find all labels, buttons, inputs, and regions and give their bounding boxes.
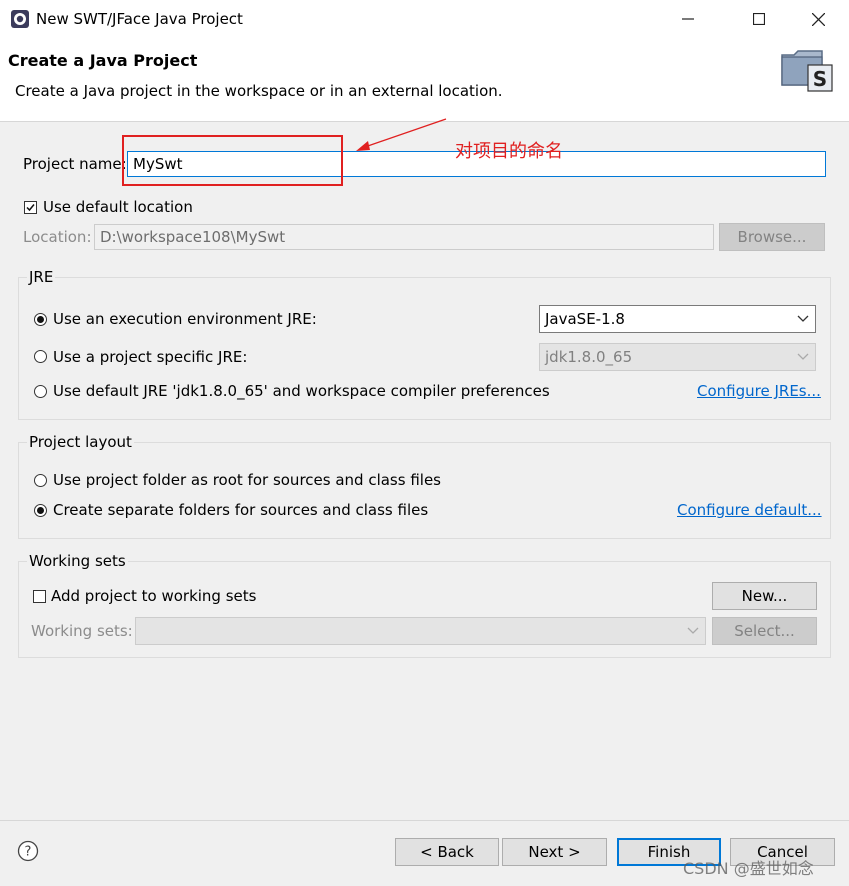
- wizard-title: Create a Java Project: [8, 51, 198, 70]
- layout-root-label: Use project folder as root for sources a…: [53, 471, 441, 489]
- browse-button[interactable]: Browse...: [719, 223, 825, 251]
- next-button[interactable]: Next >: [502, 838, 607, 866]
- layout-separate-radio[interactable]: [34, 504, 47, 517]
- project-name-label: Project name:: [23, 155, 127, 173]
- java-project-banner-icon: S: [781, 50, 833, 92]
- configure-jres-link[interactable]: Configure JREs...: [697, 382, 821, 400]
- help-icon: ?: [17, 840, 39, 862]
- jre-specific-combo-value: jdk1.8.0_65: [545, 348, 633, 366]
- chevron-down-icon: [797, 353, 809, 360]
- annotation-text: 对项目的命名: [455, 141, 563, 162]
- chevron-down-icon: [797, 315, 809, 322]
- jre-default-label: Use default JRE 'jdk1.8.0_65' and worksp…: [53, 382, 550, 400]
- jre-env-combo-value: JavaSE-1.8: [545, 310, 625, 328]
- maximize-button[interactable]: [736, 0, 782, 38]
- svg-text:?: ?: [25, 845, 32, 860]
- back-button[interactable]: < Back: [395, 838, 499, 866]
- new-working-set-button[interactable]: New...: [712, 582, 817, 610]
- working-sets-combo[interactable]: [135, 617, 706, 645]
- chevron-down-icon: [687, 627, 699, 634]
- jre-specific-label: Use a project specific JRE:: [53, 348, 248, 366]
- annotation-highlight-box: [122, 135, 343, 186]
- configure-default-link[interactable]: Configure default...: [677, 501, 822, 519]
- title-bar: New SWT/JFace Java Project: [0, 0, 849, 38]
- jre-env-radio[interactable]: [34, 313, 47, 326]
- maximize-icon: [753, 13, 765, 25]
- use-default-location-checkbox[interactable]: [24, 201, 37, 214]
- jre-group-title: JRE: [27, 268, 56, 286]
- layout-root-radio[interactable]: [34, 474, 47, 487]
- project-layout-group: [18, 442, 831, 539]
- working-sets-group-title: Working sets: [27, 552, 128, 570]
- close-icon: [811, 12, 825, 26]
- jre-default-radio[interactable]: [34, 385, 47, 398]
- wizard-description: Create a Java project in the workspace o…: [15, 82, 503, 100]
- use-default-location-label: Use default location: [43, 198, 193, 216]
- add-to-working-sets-label: Add project to working sets: [51, 587, 257, 605]
- svg-text:S: S: [813, 67, 827, 91]
- footer-separator: [0, 820, 849, 821]
- jre-env-label: Use an execution environment JRE:: [53, 310, 317, 328]
- working-sets-label: Working sets:: [31, 622, 133, 640]
- wizard-header: Create a Java Project Create a Java proj…: [0, 38, 849, 122]
- select-working-sets-button[interactable]: Select...: [712, 617, 817, 645]
- project-layout-group-title: Project layout: [27, 433, 134, 451]
- jre-specific-combo[interactable]: jdk1.8.0_65: [539, 343, 816, 371]
- window-title: New SWT/JFace Java Project: [36, 10, 243, 28]
- jre-env-combo[interactable]: JavaSE-1.8: [539, 305, 816, 333]
- annotation-arrow-icon: [356, 118, 447, 151]
- close-button[interactable]: [795, 0, 841, 38]
- layout-separate-label: Create separate folders for sources and …: [53, 501, 429, 519]
- add-to-working-sets-checkbox[interactable]: [33, 590, 46, 603]
- location-label: Location:: [23, 228, 92, 246]
- minimize-icon: [682, 18, 694, 20]
- jre-specific-radio[interactable]: [34, 350, 47, 363]
- watermark-text: CSDN @盛世如念: [683, 859, 814, 878]
- help-button[interactable]: ?: [17, 840, 39, 862]
- location-input[interactable]: D:\workspace108\MySwt: [94, 224, 714, 250]
- eclipse-app-icon: [11, 10, 29, 28]
- minimize-button[interactable]: [665, 0, 711, 38]
- checkmark-icon: [26, 204, 35, 212]
